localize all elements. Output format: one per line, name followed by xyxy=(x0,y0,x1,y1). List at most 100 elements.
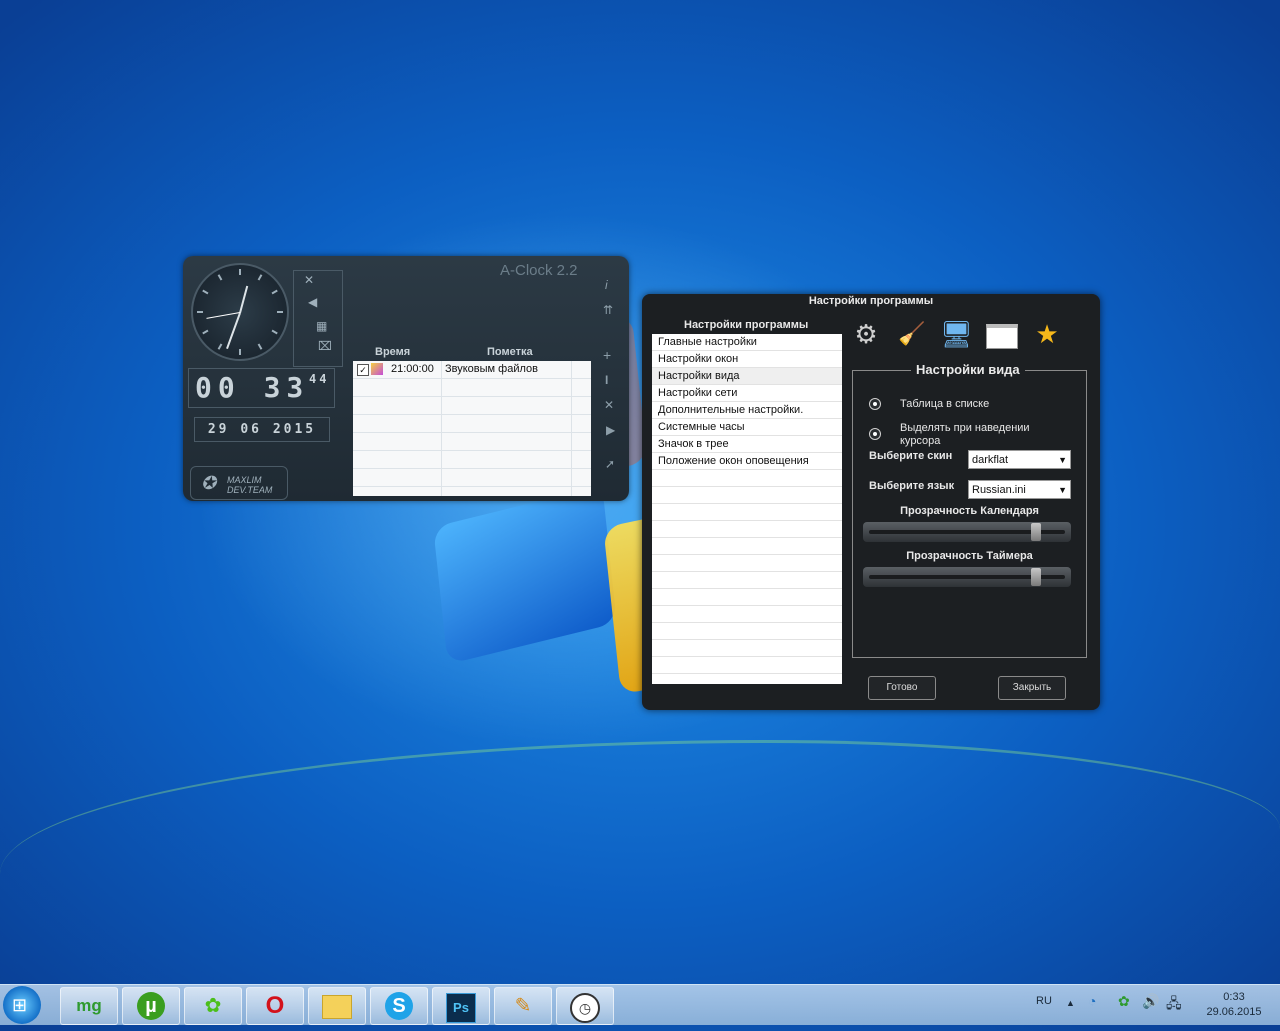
view-settings-group: Настройки вида Таблица в списке Выделять… xyxy=(852,362,1087,658)
pin-icon[interactable]: ⇈ xyxy=(603,303,613,317)
info-icon[interactable]: i xyxy=(605,278,608,292)
taskbar-app[interactable]: ✎ xyxy=(494,987,552,1025)
settings-window[interactable]: Настройки программы Настройки программы … xyxy=(642,294,1100,710)
taskbar-clock[interactable]: 0:33 29.06.2015 xyxy=(1198,990,1270,1020)
wallpaper-swoosh xyxy=(0,740,1280,963)
taskbar-explorer[interactable] xyxy=(308,987,366,1025)
calendar-opacity-label: Прозрачность Календаря xyxy=(900,505,1039,517)
app-title: A-Clock 2.2 xyxy=(500,262,578,279)
list-item[interactable]: Настройки окон xyxy=(652,351,842,368)
add-icon[interactable]: + xyxy=(603,347,611,363)
group-title: Настройки вида xyxy=(911,362,1025,377)
close-button[interactable]: Закрыть xyxy=(998,676,1066,700)
slider-handle[interactable] xyxy=(1031,568,1041,586)
language-select[interactable]: Russian.ini ▼ xyxy=(968,480,1071,499)
timer-opacity-label: Прозрачность Таймера xyxy=(906,550,1033,562)
gear-icon[interactable]: ⚙ xyxy=(850,318,882,350)
slider-handle[interactable] xyxy=(1031,523,1041,541)
chevron-down-icon: ▼ xyxy=(1058,485,1067,495)
list-item[interactable]: Значок в трее xyxy=(652,436,842,453)
radio-table-list[interactable] xyxy=(869,398,881,410)
cursor-icon[interactable]: ➚ xyxy=(605,457,615,471)
taskbar-icq[interactable]: ✿ xyxy=(184,987,242,1025)
windows-logo-icon: ⊞ xyxy=(12,995,28,1015)
chevron-down-icon: ▼ xyxy=(1058,455,1067,465)
col-time-header: Время xyxy=(375,346,411,358)
maxlim-logo: ✪ MAXLIM DEV.TEAM xyxy=(190,466,288,500)
list-item[interactable]: Настройки сети xyxy=(652,385,842,402)
list-item[interactable]: Настройки вида xyxy=(652,368,842,385)
wallpaper-logo-blue xyxy=(433,485,617,665)
star-icon[interactable]: ★ xyxy=(1031,318,1063,350)
maxlim-logo-icon: ✪ xyxy=(201,473,217,493)
taskbar-mediaget[interactable]: mg xyxy=(60,987,118,1025)
col-note-header: Пометка xyxy=(487,346,533,358)
analog-clock xyxy=(191,263,289,361)
play-icon[interactable]: ▶ xyxy=(606,423,615,437)
broom-icon[interactable]: 🧹 xyxy=(896,318,928,350)
language-value: Russian.ini xyxy=(972,484,1026,496)
digital-date: 29 06 2015 xyxy=(194,417,330,442)
settings-list[interactable]: Главные настройки Настройки окон Настрой… xyxy=(652,334,842,684)
radio-table-list-label: Таблица в списке xyxy=(900,398,990,410)
close-icon[interactable]: ✕ xyxy=(304,273,314,287)
time-seconds: 44 xyxy=(309,372,330,386)
folder-icon xyxy=(322,995,352,1019)
taskbar-utorrent[interactable]: µ xyxy=(122,987,180,1025)
taskbar-time: 0:33 xyxy=(1223,991,1245,1003)
taskbar-date: 29.06.2015 xyxy=(1206,1006,1262,1018)
opera-icon: O xyxy=(265,992,285,1019)
digital-time: 00 33 44 xyxy=(188,368,335,408)
taskbar-photoshop[interactable]: Ps xyxy=(432,987,490,1025)
list-item[interactable]: Положение окон оповещения xyxy=(652,453,842,470)
calendar-opacity-slider[interactable] xyxy=(863,522,1071,542)
list-header: Настройки программы xyxy=(684,319,809,331)
brand-line2: DEV.TEAM xyxy=(227,485,273,495)
radio-highlight-hover[interactable] xyxy=(869,428,881,440)
taskbar-opera[interactable]: O xyxy=(246,987,304,1025)
alarm-icon[interactable]: ⌧ xyxy=(318,339,332,353)
taskbar-skype[interactable]: S xyxy=(370,987,428,1025)
network-icon[interactable]: 🖧 xyxy=(1166,993,1182,1017)
skin-value: darkflat xyxy=(972,454,1009,466)
list-item[interactable]: Главные настройки xyxy=(652,334,842,351)
row-checkbox[interactable]: ✓ xyxy=(357,364,369,376)
radio-highlight-hover-label: Выделять при наведении курсора xyxy=(900,422,1030,447)
note-icon[interactable]: ▦ xyxy=(316,319,327,333)
volume-icon[interactable]: 🔊 xyxy=(1142,993,1159,1010)
icq-icon: ✿ xyxy=(204,995,222,1017)
done-button[interactable]: Готово xyxy=(868,676,936,700)
clock-controls: ✕ ◀ ▦ ⌧ xyxy=(293,270,343,367)
list-item[interactable]: Дополнительные настройки. xyxy=(652,402,842,419)
brand-line1: MAXLIM xyxy=(227,475,262,485)
list-item[interactable]: Системные часы xyxy=(652,419,842,436)
aclock-widget[interactable]: ✕ ◀ ▦ ⌧ 00 33 44 29 06 2015 ✪ MAXLIM DEV.… xyxy=(183,256,629,501)
clock-icon: ◷ xyxy=(570,993,600,1023)
alarm-table[interactable]: ✓ 21:00:00 Звуковым файлов xyxy=(353,361,591,496)
back-icon[interactable]: ◀ xyxy=(308,295,317,309)
hour-hand xyxy=(239,285,249,314)
delete-icon[interactable]: ✕ xyxy=(604,398,614,412)
skin-label: Выберите скин xyxy=(869,450,953,462)
monitor-icon[interactable]: 🖥 xyxy=(940,318,973,350)
window-icon[interactable] xyxy=(986,318,1018,350)
time-hm: 00 33 xyxy=(195,371,310,404)
taskbar-aclock[interactable]: ◷ xyxy=(556,987,614,1025)
sound-icon xyxy=(371,363,383,375)
timer-opacity-slider[interactable] xyxy=(863,567,1071,587)
window-title: Настройки программы xyxy=(808,295,934,307)
minute-hand xyxy=(226,312,241,350)
table-row[interactable]: ✓ 21:00:00 Звуковым файлов xyxy=(353,361,591,379)
show-hidden-icons[interactable]: ▲ xyxy=(1066,998,1075,1008)
second-hand xyxy=(206,312,241,319)
skin-select[interactable]: darkflat ▼ xyxy=(968,450,1071,469)
utorrent-icon: µ xyxy=(137,992,165,1020)
edit-icon[interactable]: I xyxy=(605,373,608,387)
language-label: Выберите язык xyxy=(869,480,955,492)
utorrent-tray-icon[interactable]: ✿ xyxy=(1118,993,1130,1010)
language-indicator[interactable]: RU xyxy=(1036,995,1052,1007)
taskbar: ⊞ mg µ ✿ O S Ps ✎ ◷ RU ▲ ◔ ✿ 🔊 🖧 0:33 29… xyxy=(0,984,1280,1025)
row-time: 21:00:00 xyxy=(391,363,434,375)
clock-tray-icon[interactable]: ◔ xyxy=(1088,993,1096,1009)
start-button[interactable]: ⊞ xyxy=(3,986,41,1024)
